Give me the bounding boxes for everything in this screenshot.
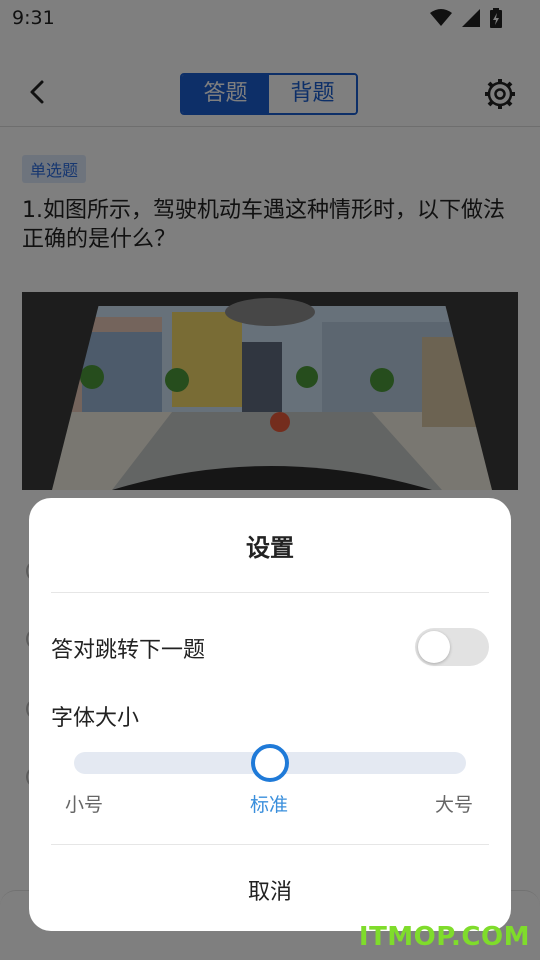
- font-size-small-label: 小号: [65, 794, 104, 816]
- auto-next-toggle[interactable]: [415, 628, 489, 666]
- cancel-button[interactable]: 取消: [29, 874, 511, 906]
- font-size-label: 字体大小: [51, 706, 140, 731]
- divider: [51, 844, 489, 845]
- font-size-slider-knob[interactable]: [251, 744, 289, 782]
- font-size-large-label: 大号: [435, 794, 474, 816]
- toggle-knob: [418, 631, 450, 663]
- settings-dialog: 设置 答对跳转下一题 字体大小 小号 标准 大号 取消: [29, 498, 511, 931]
- divider: [51, 592, 489, 593]
- auto-next-label: 答对跳转下一题: [51, 638, 206, 663]
- watermark: ITMOP.COM: [358, 922, 530, 952]
- font-size-standard-label: 标准: [250, 794, 289, 816]
- dialog-title: 设置: [246, 534, 294, 562]
